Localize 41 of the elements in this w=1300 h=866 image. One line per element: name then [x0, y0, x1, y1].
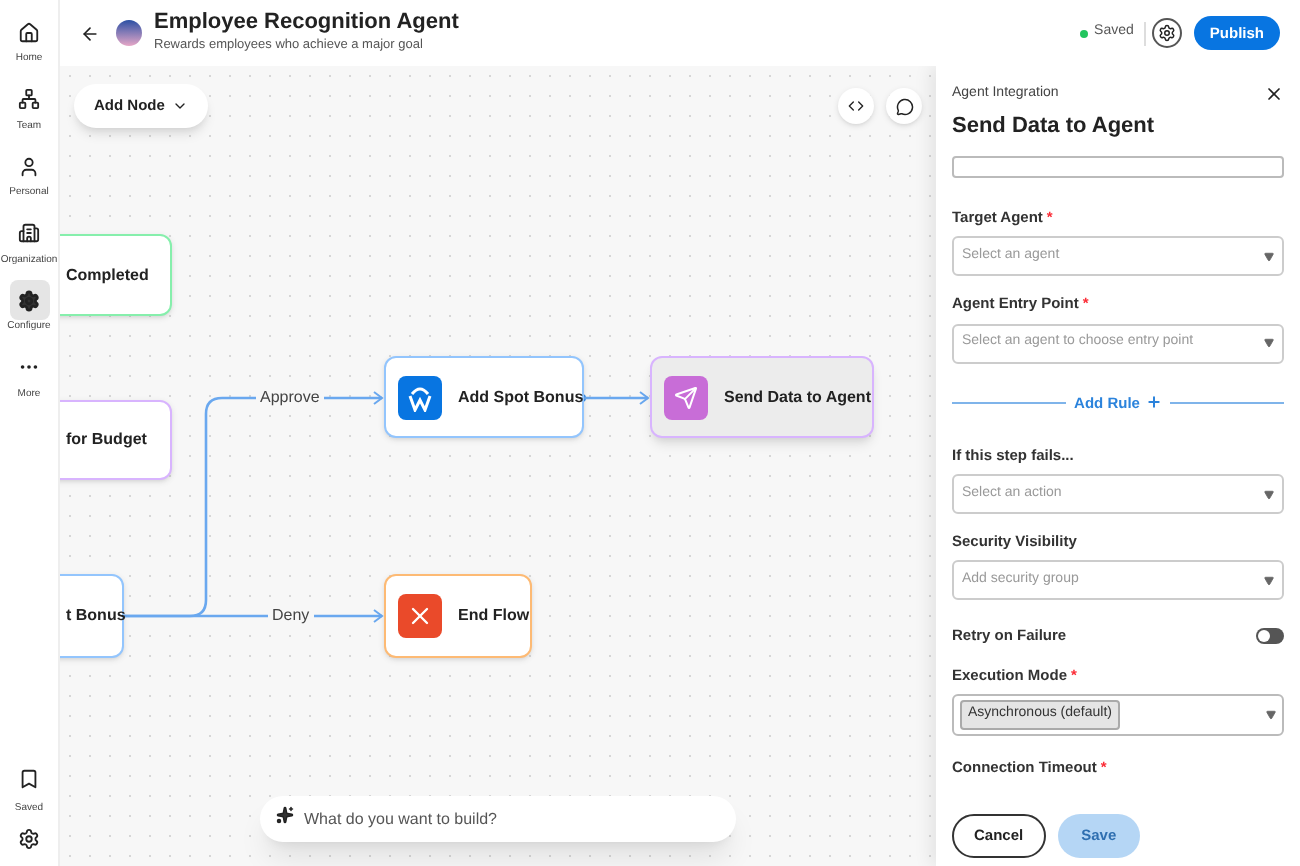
prompt-input-field[interactable]: What do you want to build? [260, 796, 736, 842]
dropdown-caret-icon [1264, 251, 1274, 262]
plus-icon [1145, 394, 1162, 411]
home-icon [18, 21, 40, 43]
chevron-down-icon [172, 98, 189, 114]
w-logo-icon [398, 375, 442, 419]
agent-avatar-icon [116, 20, 142, 46]
flow-node[interactable]: Completed [60, 234, 172, 316]
flow-node[interactable]: Send Data to Agent [650, 356, 874, 438]
flow-node[interactable]: End Flow [384, 574, 532, 658]
edge-label: Approve [256, 386, 324, 410]
back-arrow-icon[interactable] [80, 23, 100, 43]
code-icon [848, 98, 864, 114]
dropdown-caret-icon [1264, 489, 1274, 499]
flow-node[interactable]: for Budget [60, 400, 172, 480]
edge-label: Deny [268, 604, 314, 628]
page-title: Employee Recognition Agent [154, 10, 459, 37]
dropdown-caret-icon [1266, 709, 1276, 720]
panel-title: Send Data to Agent [952, 111, 1157, 141]
flow-node[interactable]: Add Spot Bonus [384, 356, 584, 438]
dropdown-caret-icon [1264, 575, 1274, 586]
close-icon [398, 594, 442, 638]
gear-icon [18, 289, 40, 311]
toggle-switch[interactable] [1256, 627, 1284, 644]
speech-bubble-icon [895, 97, 913, 115]
close-icon [1264, 84, 1284, 105]
settings-button[interactable] [1151, 18, 1182, 48]
settings-button[interactable] [18, 828, 40, 850]
name-input-field[interactable] [952, 155, 1284, 177]
building-icon [18, 222, 40, 244]
flow-node[interactable]: t Bonus [60, 574, 124, 658]
close-button[interactable] [1264, 84, 1284, 105]
settings-icon [1157, 24, 1176, 42]
team-icon [18, 88, 40, 110]
comment-button[interactable] [886, 88, 922, 124]
bookmark-icon [18, 767, 40, 789]
dropdown-caret-icon [1264, 338, 1274, 348]
code-button[interactable] [838, 88, 874, 124]
sparkle-icon [276, 806, 294, 824]
person-icon [18, 155, 40, 177]
send-icon [664, 375, 708, 419]
